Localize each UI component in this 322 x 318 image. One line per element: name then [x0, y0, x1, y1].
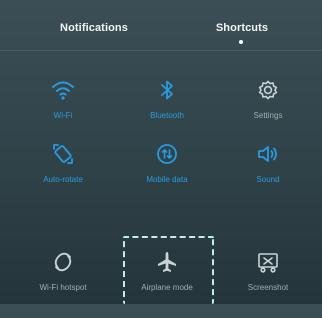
tab-notifications[interactable]: Notifications [60, 22, 128, 34]
mobile-data-label: Mobile data [146, 175, 188, 184]
mobile-data-icon [157, 144, 177, 164]
gear-icon [258, 80, 278, 100]
toggle-bluetooth[interactable]: Bluetooth [117, 76, 217, 146]
auto-rotate-icon [53, 144, 73, 164]
toggle-sound[interactable]: Sound [218, 140, 318, 210]
bluetooth-label: Bluetooth [150, 111, 184, 120]
sound-label: Sound [256, 175, 280, 184]
toggle-wifi[interactable]: Wi-Fi [13, 76, 113, 146]
active-tab-indicator [239, 40, 243, 44]
screenshot-label: Screenshot [247, 283, 289, 292]
wifi-label: Wi-Fi [53, 111, 73, 120]
wifi-icon [52, 81, 74, 100]
toggle-auto-rotate[interactable]: Auto-rotate [13, 140, 113, 210]
toggle-screenshot[interactable]: Screenshot [218, 248, 318, 318]
hotspot-icon [54, 252, 72, 272]
toggle-wifi-hotspot[interactable]: Wi-Fi hotspot [13, 248, 113, 318]
auto-rotate-label: Auto-rotate [43, 175, 83, 184]
shade-tab-bar: Notifications Shortcuts [0, 0, 322, 51]
toggle-settings[interactable]: Settings [218, 76, 318, 146]
tab-shortcuts[interactable]: Shortcuts [216, 22, 268, 34]
screenshot-icon [258, 253, 278, 273]
airplane-mode-highlight-box [123, 236, 214, 304]
speaker-icon [258, 146, 277, 162]
wifi-hotspot-label: Wi-Fi hotspot [39, 283, 87, 292]
settings-label: Settings [253, 111, 283, 120]
toggle-mobile-data[interactable]: Mobile data [117, 140, 217, 210]
bluetooth-icon [161, 80, 173, 100]
